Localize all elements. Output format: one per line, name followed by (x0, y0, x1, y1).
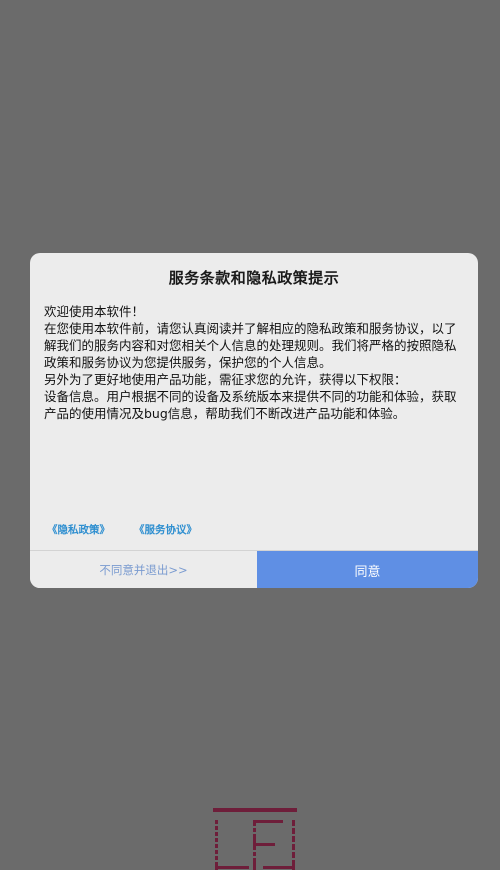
app-logo-icon (213, 808, 297, 870)
privacy-terms-dialog: 服务条款和隐私政策提示 欢迎使用本软件！ 在您使用本软件前，请您认真阅读并了解相… (30, 253, 478, 588)
dialog-footer: 不同意并退出>> 同意 (30, 550, 478, 588)
dialog-body: 欢迎使用本软件！ 在您使用本软件前，请您认真阅读并了解相应的隐私政策和服务协议，… (44, 303, 464, 422)
agree-button[interactable]: 同意 (257, 551, 478, 588)
decline-exit-button[interactable]: 不同意并退出>> (30, 551, 257, 588)
dialog-paragraph-intro: 在您使用本软件前，请您认真阅读并了解相应的隐私政策和服务协议，以了解我们的服务内… (44, 321, 457, 370)
dialog-title: 服务条款和隐私政策提示 (168, 269, 340, 287)
policy-links: 《隐私政策》 《服务协议》 (47, 522, 197, 537)
privacy-policy-link[interactable]: 《隐私政策》 (47, 522, 110, 537)
dialog-paragraph-welcome: 欢迎使用本软件！ (44, 304, 145, 319)
dialog-paragraph-permissions: 另外为了更好地使用产品功能，需征求您的允许，获得以下权限： (44, 372, 407, 387)
service-agreement-link[interactable]: 《服务协议》 (134, 522, 197, 537)
dialog-paragraph-device-info: 设备信息。用户根据不同的设备及系统版本来提供不同的功能和体验，获取产品的使用情况… (44, 389, 457, 421)
